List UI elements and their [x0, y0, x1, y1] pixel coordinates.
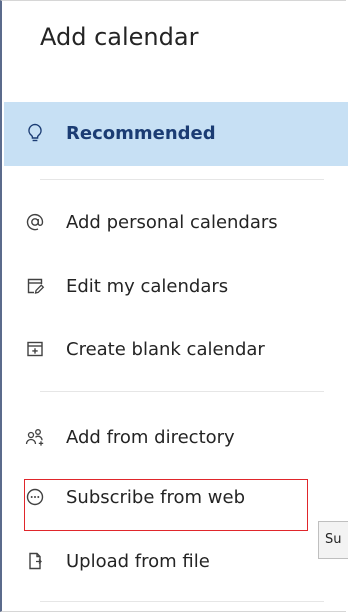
nav-item-add-personal-calendars-label: Add personal calendars [66, 211, 278, 233]
nav-item-add-from-directory-label: Add from directory [66, 426, 235, 448]
nav-item-recommended-label: Recommended [66, 122, 216, 144]
selection-highlight-box [24, 479, 308, 531]
nav-item-edit-my-calendars[interactable]: Edit my calendars [24, 266, 228, 306]
people-add-icon [24, 426, 46, 448]
divider [40, 391, 324, 392]
divider [40, 179, 324, 180]
nav-item-create-blank-calendar[interactable]: Create blank calendar [24, 329, 265, 369]
nav-item-add-personal-calendars[interactable]: Add personal calendars [24, 202, 278, 242]
nav-item-add-from-directory[interactable]: Add from directory [24, 417, 235, 457]
nav-item-edit-my-calendars-label: Edit my calendars [66, 275, 229, 297]
lightbulb-icon [24, 122, 46, 144]
add-calendar-panel: Add calendar Recommended Add personal ca… [0, 0, 348, 612]
edit-calendar-icon [24, 275, 46, 297]
calendar-add-icon [24, 338, 46, 360]
divider [40, 601, 324, 602]
nav-item-upload-from-file-label: Upload from file [66, 550, 210, 572]
document-arrow-icon [24, 550, 46, 572]
panel-title: Add calendar [40, 23, 199, 51]
nav-item-create-blank-calendar-label: Create blank calendar [66, 338, 265, 360]
tooltip: Su [318, 521, 348, 559]
at-sign-icon [24, 211, 46, 233]
nav-item-recommended[interactable]: Recommended [24, 113, 216, 153]
nav-item-upload-from-file[interactable]: Upload from file [24, 541, 210, 581]
